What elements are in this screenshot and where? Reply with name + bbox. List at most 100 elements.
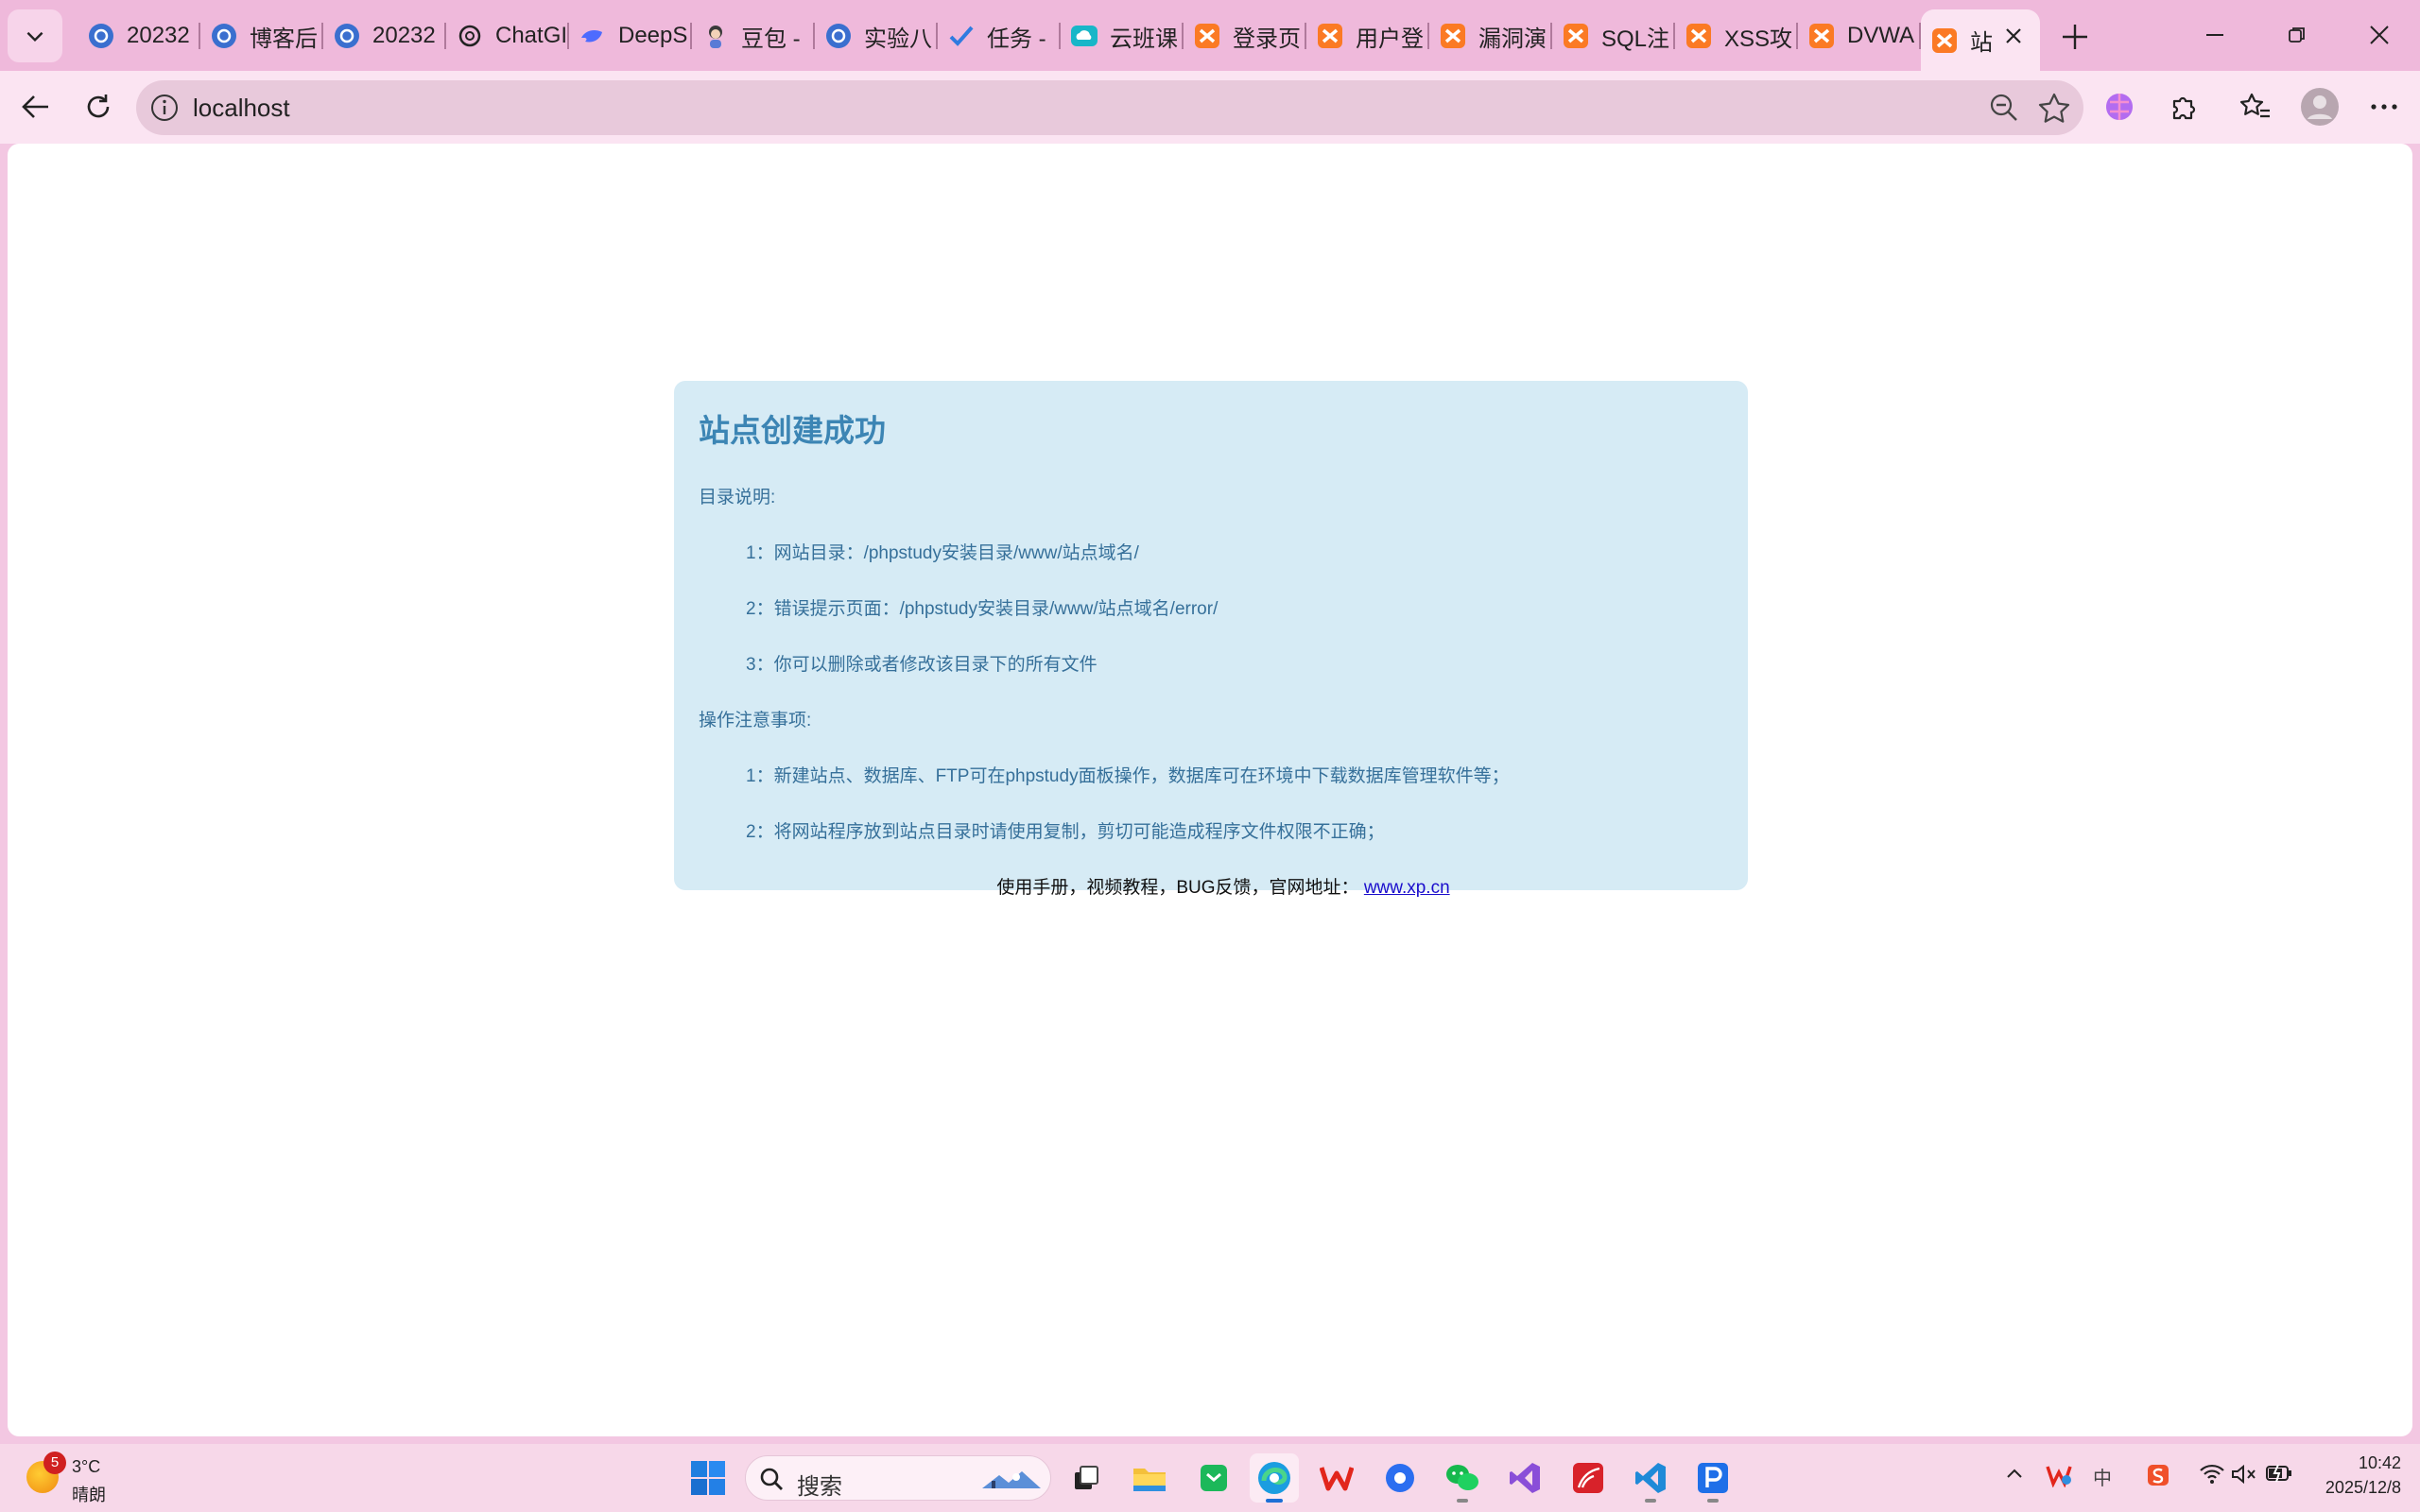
search-icon (759, 1467, 784, 1496)
vscode-button[interactable] (1626, 1453, 1675, 1503)
tab-actions-menu[interactable] (8, 9, 62, 62)
tray-app-icon[interactable] (2046, 1463, 2072, 1492)
clock[interactable]: 10:42 2025/12/8 (2307, 1453, 2401, 1503)
chevron-up-icon (2007, 1469, 2022, 1478)
xampp-icon (1193, 22, 1221, 50)
deepseek-whale-icon (579, 22, 607, 50)
checkmark-task-icon (947, 22, 976, 50)
minimize-icon (2206, 34, 2223, 36)
tab-title: DeepS (618, 23, 688, 48)
directory-heading: 目录说明: (699, 488, 776, 507)
copilot-brain-icon (2106, 94, 2133, 120)
blue-circle-app-icon (1386, 1464, 1414, 1492)
tab[interactable]: 博客后 (200, 9, 323, 62)
operations-item: 2：将网站程序放到站点目录时请使用复制，剪切可能造成程序文件权限不正确； (746, 822, 1385, 842)
blog-site-icon (87, 22, 115, 50)
tab-title: 站 (1970, 30, 1993, 56)
restore-icon (2289, 27, 2305, 43)
app-green-button[interactable] (1189, 1453, 1238, 1503)
profile-button[interactable] (2293, 80, 2346, 133)
tab[interactable]: 登录页 (1184, 9, 1306, 62)
tab[interactable]: 用户登 (1306, 9, 1429, 62)
visual-studio-button[interactable] (1500, 1453, 1549, 1503)
notification-badge: 5 (43, 1452, 66, 1474)
official-site-link[interactable]: www.xp.cn (1364, 878, 1450, 898)
task-view-button[interactable] (1062, 1453, 1111, 1503)
new-tab-button[interactable] (2051, 13, 2099, 60)
tab-title: SQL注 (1601, 26, 1670, 52)
p-letter-app-icon (1698, 1463, 1728, 1493)
directory-item: 2：错误提示页面：/phpstudy安装目录/www/站点域名/error/ (746, 599, 1219, 619)
tab[interactable]: 云班课 (1061, 9, 1184, 62)
close-tab-button[interactable] (2000, 23, 2027, 49)
tab-title: 任务 - (987, 26, 1046, 52)
zoom-out-icon[interactable] (1989, 93, 2019, 128)
tray-s-app-icon[interactable] (2146, 1463, 2170, 1492)
file-explorer-button[interactable] (1125, 1453, 1174, 1503)
site-info-icon[interactable] (149, 93, 180, 128)
tab[interactable]: 豆包 - (692, 9, 815, 62)
puzzle-piece-icon (2172, 96, 2196, 120)
restore-button[interactable] (2264, 9, 2330, 60)
folder-icon (1133, 1469, 1166, 1491)
directory-item: 3：你可以删除或者修改该目录下的所有文件 (746, 655, 1098, 675)
task-view-icon (1075, 1466, 1098, 1489)
tab[interactable]: ChatGI (446, 9, 569, 62)
favorite-star-icon[interactable] (2038, 93, 2070, 128)
wps-w-icon (1320, 1467, 1354, 1491)
app-green-icon (1201, 1465, 1227, 1491)
favorites-list-icon (2239, 93, 2270, 118)
tab[interactable]: SQL注 (1552, 9, 1675, 62)
wifi-icon[interactable] (2199, 1463, 2225, 1490)
tab-title: 豆包 - (741, 26, 801, 52)
copilot-button[interactable] (2093, 80, 2146, 133)
red-feather-app-icon (1573, 1463, 1603, 1493)
edge-browser-button[interactable] (1250, 1453, 1299, 1503)
edge-icon (1258, 1462, 1290, 1494)
start-button[interactable] (691, 1461, 725, 1500)
search-highlight-illustration-icon (978, 1464, 1045, 1499)
app-p-button[interactable] (1688, 1453, 1737, 1503)
tab[interactable]: XSS攻 (1675, 9, 1798, 62)
tab[interactable]: 实验八 (815, 9, 938, 62)
address-bar[interactable]: localhost (136, 80, 2083, 135)
plus-icon (2063, 25, 2087, 49)
avatar-icon (2301, 88, 2339, 126)
show-hidden-icons-button[interactable] (2004, 1463, 2025, 1488)
app-blue-circle-button[interactable] (1375, 1453, 1425, 1503)
tab[interactable]: 漏洞演 (1429, 9, 1552, 62)
tab[interactable]: 20232 (78, 9, 200, 62)
tab-active[interactable]: 站 (1921, 9, 2040, 71)
back-button[interactable] (9, 80, 62, 133)
tab-title: 云班课 (1110, 26, 1178, 52)
wechat-button[interactable] (1438, 1453, 1487, 1503)
clock-time: 10:42 (2358, 1453, 2401, 1472)
blog-site-icon (210, 22, 238, 50)
blog-site-icon (824, 22, 853, 50)
app-red-button[interactable] (1564, 1453, 1613, 1503)
reload-button[interactable] (72, 80, 125, 133)
running-indicator (1707, 1499, 1719, 1503)
extensions-button[interactable] (2157, 80, 2210, 133)
reload-icon (87, 94, 110, 118)
taskbar-search[interactable]: 搜索 (745, 1455, 1051, 1501)
directory-item: 1：网站目录：/phpstudy安装目录/www/站点域名/ (746, 543, 1139, 563)
address-text[interactable]: localhost (193, 94, 290, 123)
favorites-button[interactable] (2229, 80, 2282, 133)
wps-button[interactable] (1312, 1453, 1361, 1503)
tab-title: 20232 (127, 23, 190, 48)
clock-date: 2025/12/8 (2325, 1478, 2401, 1497)
tab[interactable]: 任务 - (938, 9, 1061, 62)
tab[interactable]: DVWA (1798, 9, 1921, 62)
vscode-icon (1635, 1463, 1666, 1493)
ime-indicator[interactable]: 中 (2093, 1463, 2112, 1490)
volume-muted-icon[interactable] (2231, 1463, 2257, 1490)
close-window-button[interactable] (2346, 9, 2412, 60)
tab[interactable]: DeepS (569, 9, 692, 62)
tab[interactable]: 20232 (323, 9, 446, 62)
battery-charging-icon[interactable] (2265, 1463, 2293, 1488)
settings-more-button[interactable] (2358, 80, 2411, 133)
cloud-class-icon (1070, 22, 1098, 50)
arrow-left-icon (22, 95, 48, 118)
minimize-button[interactable] (2182, 9, 2248, 60)
